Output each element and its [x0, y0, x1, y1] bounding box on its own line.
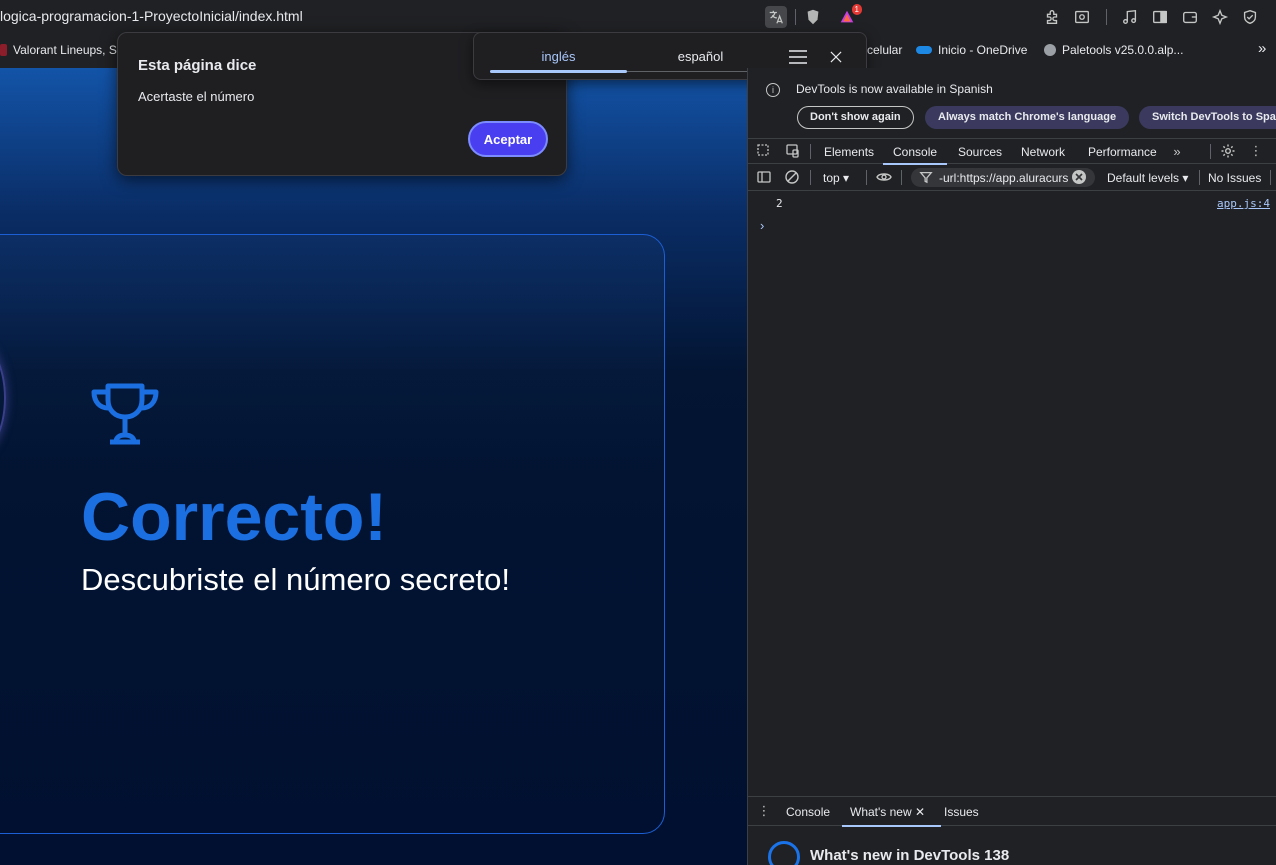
sidebar-icon[interactable] — [1149, 6, 1171, 28]
active-tab-indicator — [490, 70, 627, 73]
tab-performance[interactable]: Performance — [1088, 145, 1157, 159]
clear-console-icon[interactable] — [784, 169, 800, 185]
whats-new-heading: What's new in DevTools 138 — [810, 847, 1010, 864]
console-prompt[interactable]: › — [760, 218, 764, 233]
browser-toolbar: logica-programacion-1-ProyectoInicial/in… — [0, 0, 1276, 34]
leo-ai-icon[interactable] — [1209, 6, 1231, 28]
language-infobar: i DevTools is now available in Spanish D… — [748, 68, 1276, 134]
alert-title: Esta página dice — [138, 57, 257, 74]
close-tab-icon[interactable]: ✕ — [915, 805, 925, 819]
toolbar-separator — [1270, 170, 1271, 185]
match-language-button[interactable]: Always match Chrome's language — [925, 106, 1130, 129]
live-expression-eye-icon[interactable] — [876, 169, 892, 185]
clear-filter-icon[interactable] — [1071, 169, 1087, 185]
filter-funnel-icon — [919, 170, 933, 184]
chrome-devtools-logo-icon — [768, 841, 800, 865]
tab-network[interactable]: Network — [1021, 145, 1065, 159]
switch-language-button[interactable]: Switch DevTools to Spa — [1139, 106, 1276, 129]
inspect-element-icon[interactable] — [756, 143, 772, 159]
page-subtitle: Descubriste el número secreto! — [81, 562, 511, 597]
alert-message: Acertaste el número — [138, 89, 255, 104]
devtools-panel: i DevTools is now available in Spanish D… — [747, 68, 1276, 865]
tab-sources[interactable]: Sources — [958, 145, 1002, 159]
close-icon[interactable] — [825, 46, 847, 68]
context-select[interactable]: top ▾ — [823, 171, 849, 185]
vpn-shield-icon[interactable] — [1239, 6, 1261, 28]
bookmark-paletools[interactable]: Paletools v25.0.0.alp... — [1044, 43, 1183, 57]
onedrive-icon — [916, 46, 932, 54]
console-source-link[interactable]: app.js:4 — [1217, 197, 1270, 210]
bookmark-onedrive[interactable]: Inicio - OneDrive — [916, 43, 1027, 57]
bookmark-label: celular — [867, 43, 903, 57]
screen: logica-programacion-1-ProyectoInicial/in… — [0, 0, 1276, 865]
tab-separator — [1210, 144, 1211, 159]
menu-icon[interactable] — [787, 46, 809, 68]
bookmark-valorant[interactable]: Valorant Lineups, Se — [0, 43, 124, 57]
more-tabs-icon[interactable]: » — [1169, 143, 1185, 159]
drawer-tab-label: What's new — [850, 805, 912, 819]
globe-icon — [1044, 44, 1056, 56]
bookmark-label: Paletools v25.0.0.alp... — [1062, 43, 1184, 57]
device-toolbar-icon[interactable] — [784, 143, 800, 159]
tab-elements[interactable]: Elements — [824, 145, 874, 159]
drawer-tab-whats-new[interactable]: What's new ✕ — [841, 805, 942, 827]
toolbar-separator — [866, 170, 867, 185]
console-filter-input[interactable]: -url:https://app.aluracurs — [911, 168, 1095, 187]
sidebar-toggle-icon[interactable] — [756, 169, 772, 185]
brave-rewards-icon[interactable]: 1 — [836, 4, 862, 28]
toolbar-separator — [1199, 170, 1200, 185]
drawer-menu-icon[interactable]: ⋮ — [756, 803, 772, 819]
tab-separator — [810, 144, 811, 159]
music-icon[interactable] — [1119, 6, 1141, 28]
translate-icon[interactable] — [765, 6, 787, 28]
console-message: 2 — [776, 197, 783, 210]
tab-target-language[interactable]: español — [632, 49, 769, 64]
trophy-icon — [90, 380, 160, 450]
wallet-icon[interactable] — [1179, 6, 1201, 28]
url-text[interactable]: logica-programacion-1-ProyectoInicial/in… — [0, 8, 303, 24]
dont-show-again-button[interactable]: Don't show again — [797, 106, 914, 129]
accept-button[interactable]: Aceptar — [468, 121, 548, 157]
valorant-favicon-icon — [0, 44, 7, 56]
toolbar-separator — [901, 170, 902, 185]
tab-source-language[interactable]: inglés — [490, 49, 627, 64]
drawer-tab-issues[interactable]: Issues — [944, 805, 979, 819]
more-bookmarks-icon[interactable]: » — [1258, 40, 1266, 57]
reader-icon[interactable] — [1071, 6, 1093, 28]
drawer-tab-console[interactable]: Console — [786, 805, 830, 819]
rewards-badge: 1 — [851, 4, 862, 15]
issues-counter[interactable]: No Issues — [1208, 171, 1261, 185]
devtools-tabs: Elements Console Sources Network Perform… — [748, 138, 1276, 165]
web-page: Correcto! Descubriste el número secreto! — [0, 68, 747, 865]
log-levels-select[interactable]: Default levels ▾ — [1107, 171, 1188, 185]
infobar-message: DevTools is now available in Spanish — [796, 82, 993, 96]
toolbar-separator — [810, 170, 811, 185]
toolbar-separator — [795, 9, 796, 25]
levels-label: Default levels — [1107, 171, 1180, 185]
settings-gear-icon[interactable] — [1220, 143, 1236, 159]
brave-shield-icon[interactable] — [802, 6, 824, 28]
bookmark-label: Valorant Lineups, Se — [13, 43, 124, 57]
toolbar-separator — [1106, 9, 1107, 25]
devtools-drawer-tabs: ⋮ Console What's new ✕ Issues — [748, 796, 1276, 827]
info-icon: i — [766, 83, 780, 97]
bookmark-celular[interactable]: celular — [867, 43, 902, 57]
filter-value: -url:https://app.aluracurs — [939, 171, 1069, 185]
tab-console[interactable]: Console — [882, 145, 948, 165]
page-title: Correcto! — [81, 479, 388, 555]
context-label: top — [823, 171, 840, 185]
extensions-icon[interactable] — [1041, 6, 1063, 28]
bookmark-label: Inicio - OneDrive — [938, 43, 1028, 57]
console-toolbar: top ▾ -url:https://app.aluracurs Default… — [748, 165, 1276, 191]
kebab-menu-icon[interactable]: ⋮ — [1248, 143, 1264, 159]
